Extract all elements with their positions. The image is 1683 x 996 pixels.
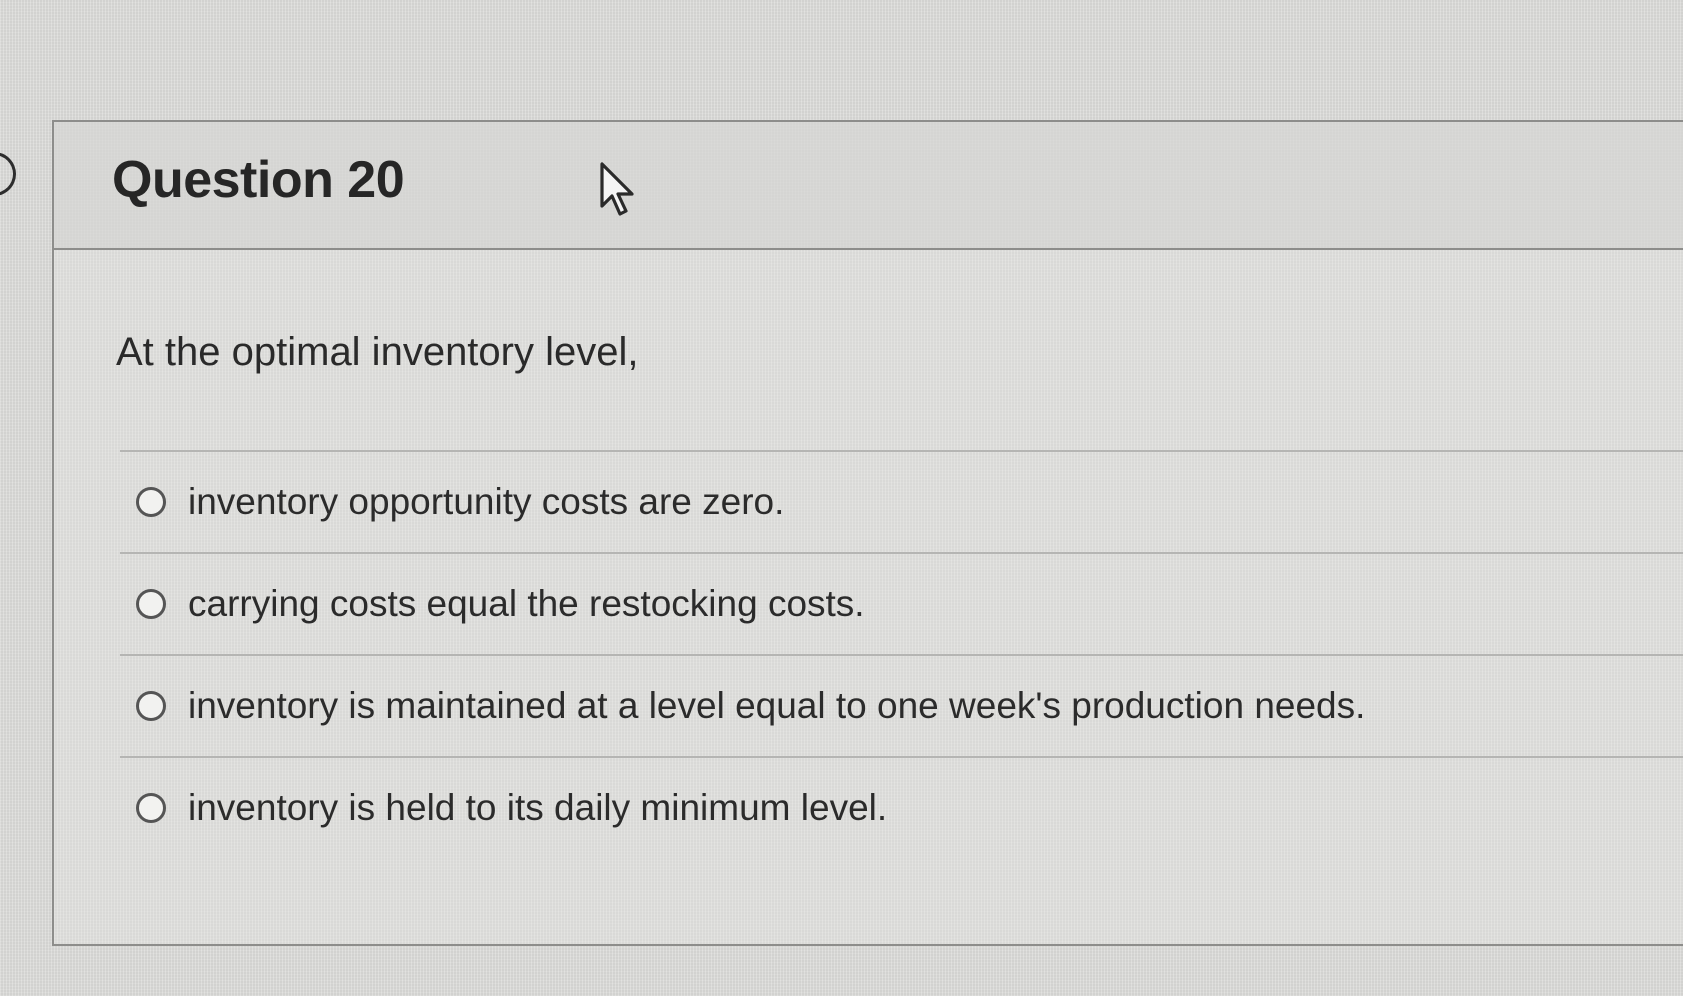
question-flag-marker[interactable] [0, 152, 16, 196]
question-card: Question 20 At the optimal inventory lev… [52, 120, 1683, 946]
question-text: At the optimal inventory level, [116, 330, 639, 374]
answer-label: inventory opportunity costs are zero. [188, 481, 785, 522]
question-body: At the optimal inventory level, inventor… [116, 330, 1683, 828]
radio-button-icon[interactable] [136, 487, 166, 517]
question-header: Question 20 [54, 122, 1683, 250]
answer-label: inventory is maintained at a level equal… [188, 685, 1366, 726]
answer-option-2[interactable]: carrying costs equal the restocking cost… [120, 552, 1683, 654]
mouse-pointer-icon [600, 162, 634, 216]
radio-button-icon[interactable] [136, 589, 166, 619]
answer-label: carrying costs equal the restocking cost… [188, 583, 865, 624]
answer-option-1[interactable]: inventory opportunity costs are zero. [120, 450, 1683, 552]
question-title: Question 20 [112, 151, 405, 209]
answer-option-4[interactable]: inventory is held to its daily minimum l… [120, 756, 1683, 858]
answer-label: inventory is held to its daily minimum l… [188, 787, 888, 828]
answer-list: inventory opportunity costs are zero. ca… [120, 450, 1683, 858]
radio-button-icon[interactable] [136, 691, 166, 721]
answer-option-3[interactable]: inventory is maintained at a level equal… [120, 654, 1683, 756]
radio-button-icon[interactable] [136, 793, 166, 823]
